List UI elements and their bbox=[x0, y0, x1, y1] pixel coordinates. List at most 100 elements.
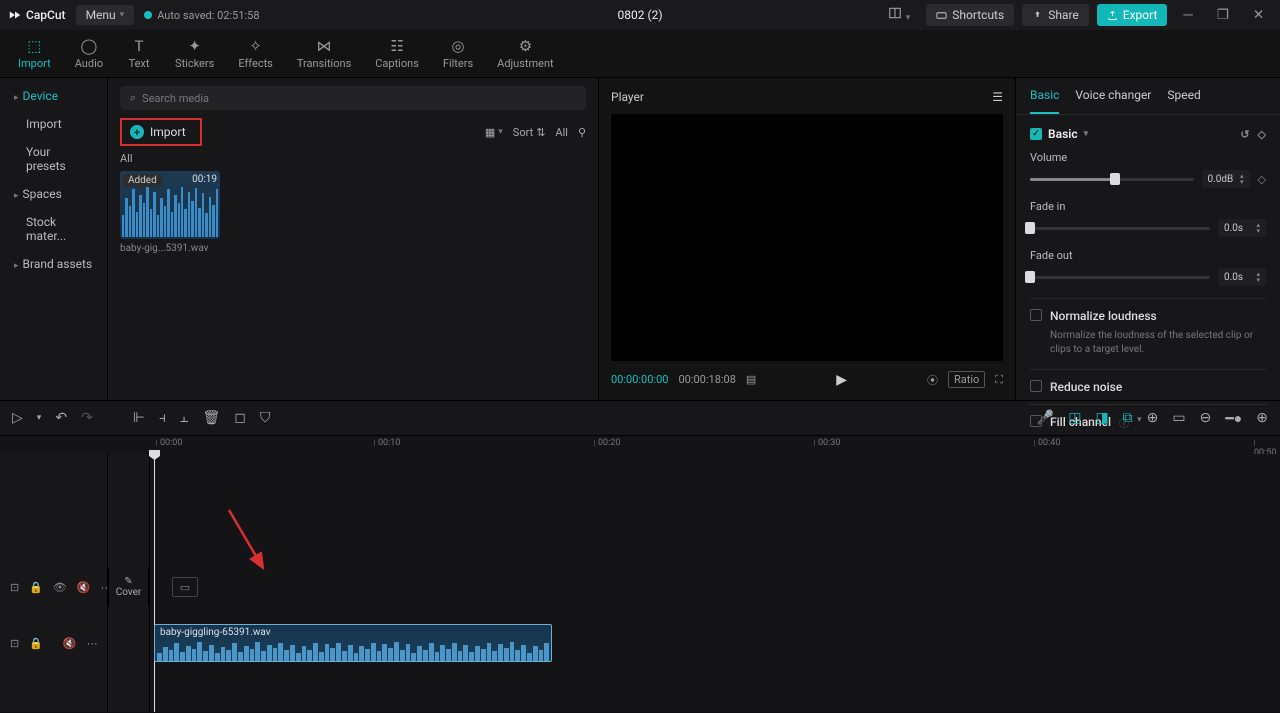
delete-tool[interactable]: 🗑 bbox=[202, 410, 220, 426]
sidebar-item-brand[interactable]: ▸Brand assets bbox=[0, 250, 107, 278]
track-more-icon[interactable]: ⋯ bbox=[87, 637, 98, 650]
fadeout-slider[interactable] bbox=[1030, 276, 1210, 279]
media-item[interactable]: Added 00:19 baby-gig...5391.wav bbox=[120, 171, 220, 254]
filters-tab-icon: ◎ bbox=[451, 37, 464, 55]
player-viewport[interactable] bbox=[611, 114, 1003, 361]
timeline-tracks[interactable]: ▭ baby-giggling-65391.wav bbox=[150, 454, 1280, 712]
track-mute-icon[interactable]: 🔇 bbox=[63, 637, 77, 650]
keyboard-icon bbox=[936, 10, 947, 21]
track-eye-icon[interactable]: 👁 bbox=[53, 581, 67, 594]
sidebar-item-presets[interactable]: Your presets bbox=[0, 138, 107, 180]
tab-effects[interactable]: ✧Effects bbox=[226, 30, 285, 77]
compare-icon[interactable]: ⦿ bbox=[927, 372, 938, 388]
export-button[interactable]: Export bbox=[1097, 4, 1168, 26]
menu-button[interactable]: Menu ▾ bbox=[76, 5, 135, 25]
view-grid-button[interactable]: ▦ ▾ bbox=[485, 126, 503, 139]
search-media-input[interactable]: ⌕ Search media bbox=[120, 86, 586, 110]
filter-all-button[interactable]: All bbox=[555, 126, 568, 139]
normalize-desc: Normalize the loudness of the selected c… bbox=[1050, 329, 1266, 357]
track-mute-icon[interactable]: 🔇 bbox=[77, 581, 91, 594]
magnet-main-button[interactable]: ◫ bbox=[1068, 410, 1081, 426]
player-title: Player bbox=[611, 90, 644, 104]
thumbnail-preview-icon[interactable]: ▤ bbox=[746, 373, 756, 386]
logo-icon bbox=[8, 8, 22, 22]
fullscreen-icon[interactable]: ⛶ bbox=[995, 373, 1003, 387]
sort-button[interactable]: Sort ⇅ bbox=[513, 126, 546, 139]
tab-import[interactable]: ⬚Import bbox=[6, 30, 63, 77]
normalize-checkbox[interactable] bbox=[1030, 309, 1042, 321]
module-tabs: ⬚Import ◯Audio TText ✦Stickers ✧Effects … bbox=[0, 30, 1280, 78]
import-media-button[interactable]: + Import bbox=[120, 118, 202, 146]
tab-filters[interactable]: ◎Filters bbox=[431, 30, 485, 77]
sidebar-item-spaces[interactable]: ▸Spaces bbox=[0, 180, 107, 208]
tab-transitions[interactable]: ⋈Transitions bbox=[285, 30, 363, 77]
filter-button[interactable]: ⚲ bbox=[578, 126, 586, 139]
adjustment-tab-icon: ⚙ bbox=[519, 37, 532, 55]
ruler-mark: 00:20 bbox=[598, 438, 620, 448]
reset-icon[interactable]: ↺ bbox=[1240, 128, 1249, 141]
play-button[interactable]: ▶ bbox=[836, 372, 847, 388]
tab-audio[interactable]: ◯Audio bbox=[63, 30, 115, 77]
layout-button[interactable]: ▾ bbox=[880, 2, 918, 28]
track-visibility-icon[interactable]: 🔒 bbox=[29, 581, 43, 594]
tab-adjustment[interactable]: ⚙Adjustment bbox=[485, 30, 566, 77]
tool-dropdown[interactable]: ▾ bbox=[37, 413, 42, 423]
track-lock-icon[interactable]: ⊡ bbox=[10, 637, 19, 650]
marker-tool[interactable]: ⛉ bbox=[260, 410, 271, 426]
player-menu-icon[interactable]: ☰ bbox=[992, 90, 1003, 104]
fadeout-value[interactable]: 0.0s▴▾ bbox=[1218, 268, 1266, 286]
tab-stickers[interactable]: ✦Stickers bbox=[163, 30, 226, 77]
fadein-value[interactable]: 0.0s▴▾ bbox=[1218, 219, 1266, 237]
prop-tab-speed[interactable]: Speed bbox=[1167, 88, 1200, 114]
sidebar-item-device[interactable]: ▸Device bbox=[0, 82, 107, 110]
fadein-slider[interactable] bbox=[1030, 227, 1210, 230]
keyframe-diamond-icon[interactable]: ◇ bbox=[1258, 128, 1266, 141]
undo-button[interactable]: ↶ bbox=[55, 410, 67, 426]
split-right-tool[interactable]: ⫠ bbox=[180, 410, 188, 426]
keyframe-icon[interactable]: ◇ bbox=[1258, 173, 1266, 186]
zoom-slider[interactable]: ━● bbox=[1225, 410, 1242, 427]
track-audio-lock-icon[interactable]: 🔒 bbox=[29, 637, 43, 650]
sidebar-item-stock[interactable]: Stock mater... bbox=[0, 208, 107, 250]
tab-captions[interactable]: ☷Captions bbox=[363, 30, 431, 77]
basic-checkbox[interactable] bbox=[1030, 128, 1042, 140]
cover-button[interactable]: ✎ Cover bbox=[108, 568, 149, 606]
preview-cover-button[interactable]: ▭ bbox=[1172, 410, 1185, 426]
split-left-tool[interactable]: ⫞ bbox=[159, 410, 166, 426]
selection-tool[interactable]: ▷ bbox=[12, 410, 23, 426]
maximize-button[interactable]: ❐ bbox=[1209, 4, 1237, 27]
volume-slider[interactable] bbox=[1030, 178, 1194, 181]
waveform-icon bbox=[120, 179, 220, 239]
audio-tab-icon: ◯ bbox=[80, 37, 97, 55]
prop-tab-voice[interactable]: Voice changer bbox=[1075, 88, 1151, 114]
prop-tab-basic[interactable]: Basic bbox=[1030, 88, 1059, 114]
cover-slot[interactable]: ▭ bbox=[172, 577, 198, 597]
share-button[interactable]: Share bbox=[1022, 4, 1089, 26]
audio-clip[interactable]: baby-giggling-65391.wav bbox=[154, 624, 552, 662]
section-basic-label: Basic bbox=[1048, 127, 1078, 141]
redo-button[interactable]: ↷ bbox=[81, 410, 93, 426]
plus-icon: + bbox=[130, 125, 144, 139]
ratio-button[interactable]: Ratio bbox=[948, 371, 985, 388]
reduce-noise-checkbox[interactable] bbox=[1030, 380, 1042, 392]
link-button[interactable]: ⧉ bbox=[1123, 410, 1133, 426]
crop-tool[interactable]: ◻ bbox=[234, 410, 246, 426]
tab-text[interactable]: TText bbox=[115, 30, 163, 77]
playhead[interactable] bbox=[154, 454, 155, 712]
sidebar-item-import[interactable]: Import bbox=[0, 110, 107, 138]
align-button[interactable]: ⊕ bbox=[1147, 410, 1159, 426]
timeline-ruler[interactable]: 00:00 00:10 00:20 00:30 00:40 00:50 bbox=[0, 436, 1280, 454]
minimize-button[interactable]: ─ bbox=[1175, 3, 1200, 27]
zoom-in-button[interactable]: ⊕ bbox=[1256, 410, 1268, 426]
captions-tab-icon: ☷ bbox=[390, 37, 403, 55]
track-lock-icon[interactable]: ⊡ bbox=[10, 581, 19, 594]
titlebar: CapCut Menu ▾ Auto saved: 02:51:58 0802 … bbox=[0, 0, 1280, 30]
volume-value[interactable]: 0.0dB▴▾ bbox=[1202, 170, 1250, 188]
close-button[interactable]: ✕ bbox=[1245, 4, 1272, 27]
split-tool[interactable]: ⊩ bbox=[133, 410, 145, 426]
shortcuts-button[interactable]: Shortcuts bbox=[926, 4, 1014, 26]
magnet-snap-button[interactable]: ◨ bbox=[1095, 410, 1108, 426]
zoom-out-button[interactable]: ⊖ bbox=[1200, 410, 1212, 426]
record-audio-button[interactable]: 🎤 bbox=[1037, 410, 1054, 426]
ruler-mark: 00:40 bbox=[1038, 438, 1060, 448]
